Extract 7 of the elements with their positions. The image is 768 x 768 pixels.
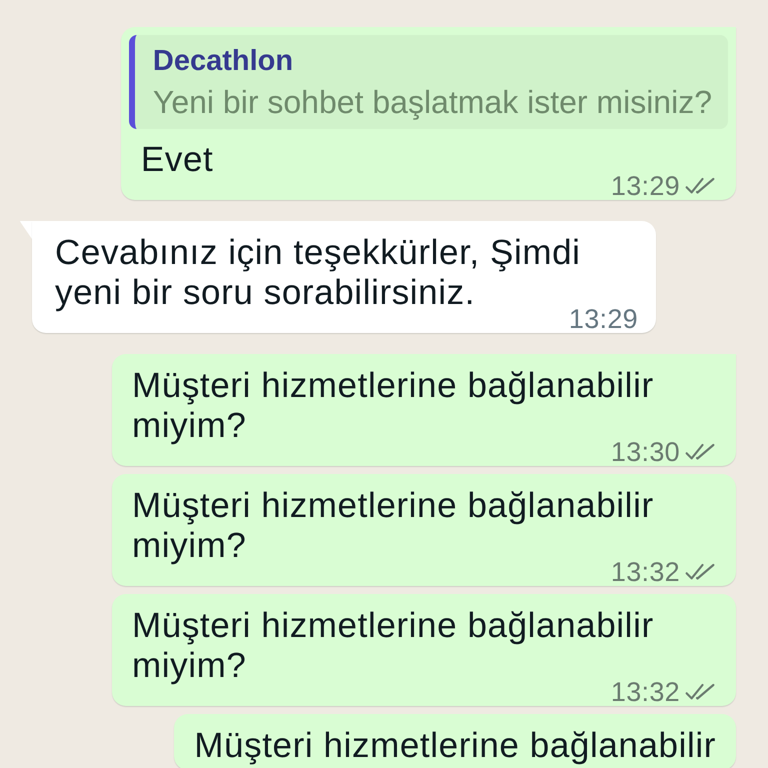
quote-text: Yeni bir sohbet başlatmak ister misiniz?	[152, 83, 712, 121]
message-text: Müşteri hizmetlerine bağlanabilir	[193, 725, 717, 766]
message-time: 13:29	[610, 176, 680, 196]
message-time: 13:29	[568, 309, 638, 329]
quote-author: Decathlon	[152, 44, 294, 79]
quote-block[interactable]: Decathlon Yeni bir sohbet başlatmak ister misiniz?	[128, 35, 728, 129]
message-text: Evet	[140, 139, 214, 180]
